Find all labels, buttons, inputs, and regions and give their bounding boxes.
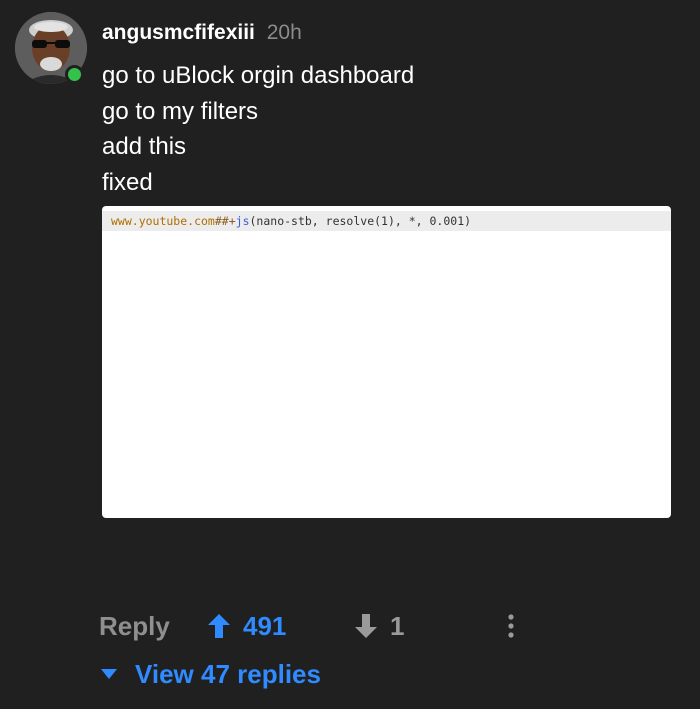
arrow-down-icon	[355, 614, 377, 638]
downvote-button[interactable]: 1	[354, 610, 404, 642]
view-replies-button[interactable]: View 47 replies	[100, 656, 321, 692]
online-status-indicator	[65, 65, 84, 84]
filter-separator: ##+	[214, 214, 236, 228]
filter-args: (nano-stb, resolve(1), *, 0.001)	[249, 214, 472, 228]
upvote-button[interactable]: 491	[207, 610, 286, 642]
downvote-count: 1	[390, 610, 405, 641]
arrow-up-icon	[208, 614, 230, 638]
embedded-image[interactable]: www.youtube.com##+js(nano-stb, resolve(1…	[102, 206, 671, 518]
comment-body: go to uBlock orgin dashboard go to my fi…	[102, 58, 414, 200]
comment-body-line: fixed	[102, 168, 153, 196]
comment-body-line: go to my filters	[102, 97, 259, 125]
upvote-count: 491	[243, 610, 287, 641]
more-vertical-icon	[508, 614, 514, 638]
comment-header: angusmcfifexiii 20h	[102, 20, 302, 46]
comment-timestamp: 20h	[266, 21, 302, 44]
view-replies-label: View 47 replies	[135, 658, 321, 689]
username[interactable]: angusmcfifexiii	[102, 21, 255, 44]
filter-code-line: www.youtube.com##+js(nano-stb, resolve(1…	[102, 211, 671, 231]
more-options-button[interactable]	[500, 612, 522, 640]
filter-keyword: js	[235, 214, 250, 228]
comment-body-line: go to uBlock orgin dashboard	[102, 62, 415, 89]
comment-actions: Reply 491 1	[0, 604, 700, 648]
filter-domain: www.youtube.com	[111, 214, 215, 228]
avatar[interactable]	[15, 12, 87, 84]
reply-button[interactable]: Reply	[99, 610, 170, 642]
caret-down-icon	[101, 669, 117, 679]
comment-body-line: add this	[102, 133, 187, 160]
comment-card: angusmcfifexiii 20h go to uBlock orgin d…	[0, 0, 700, 709]
